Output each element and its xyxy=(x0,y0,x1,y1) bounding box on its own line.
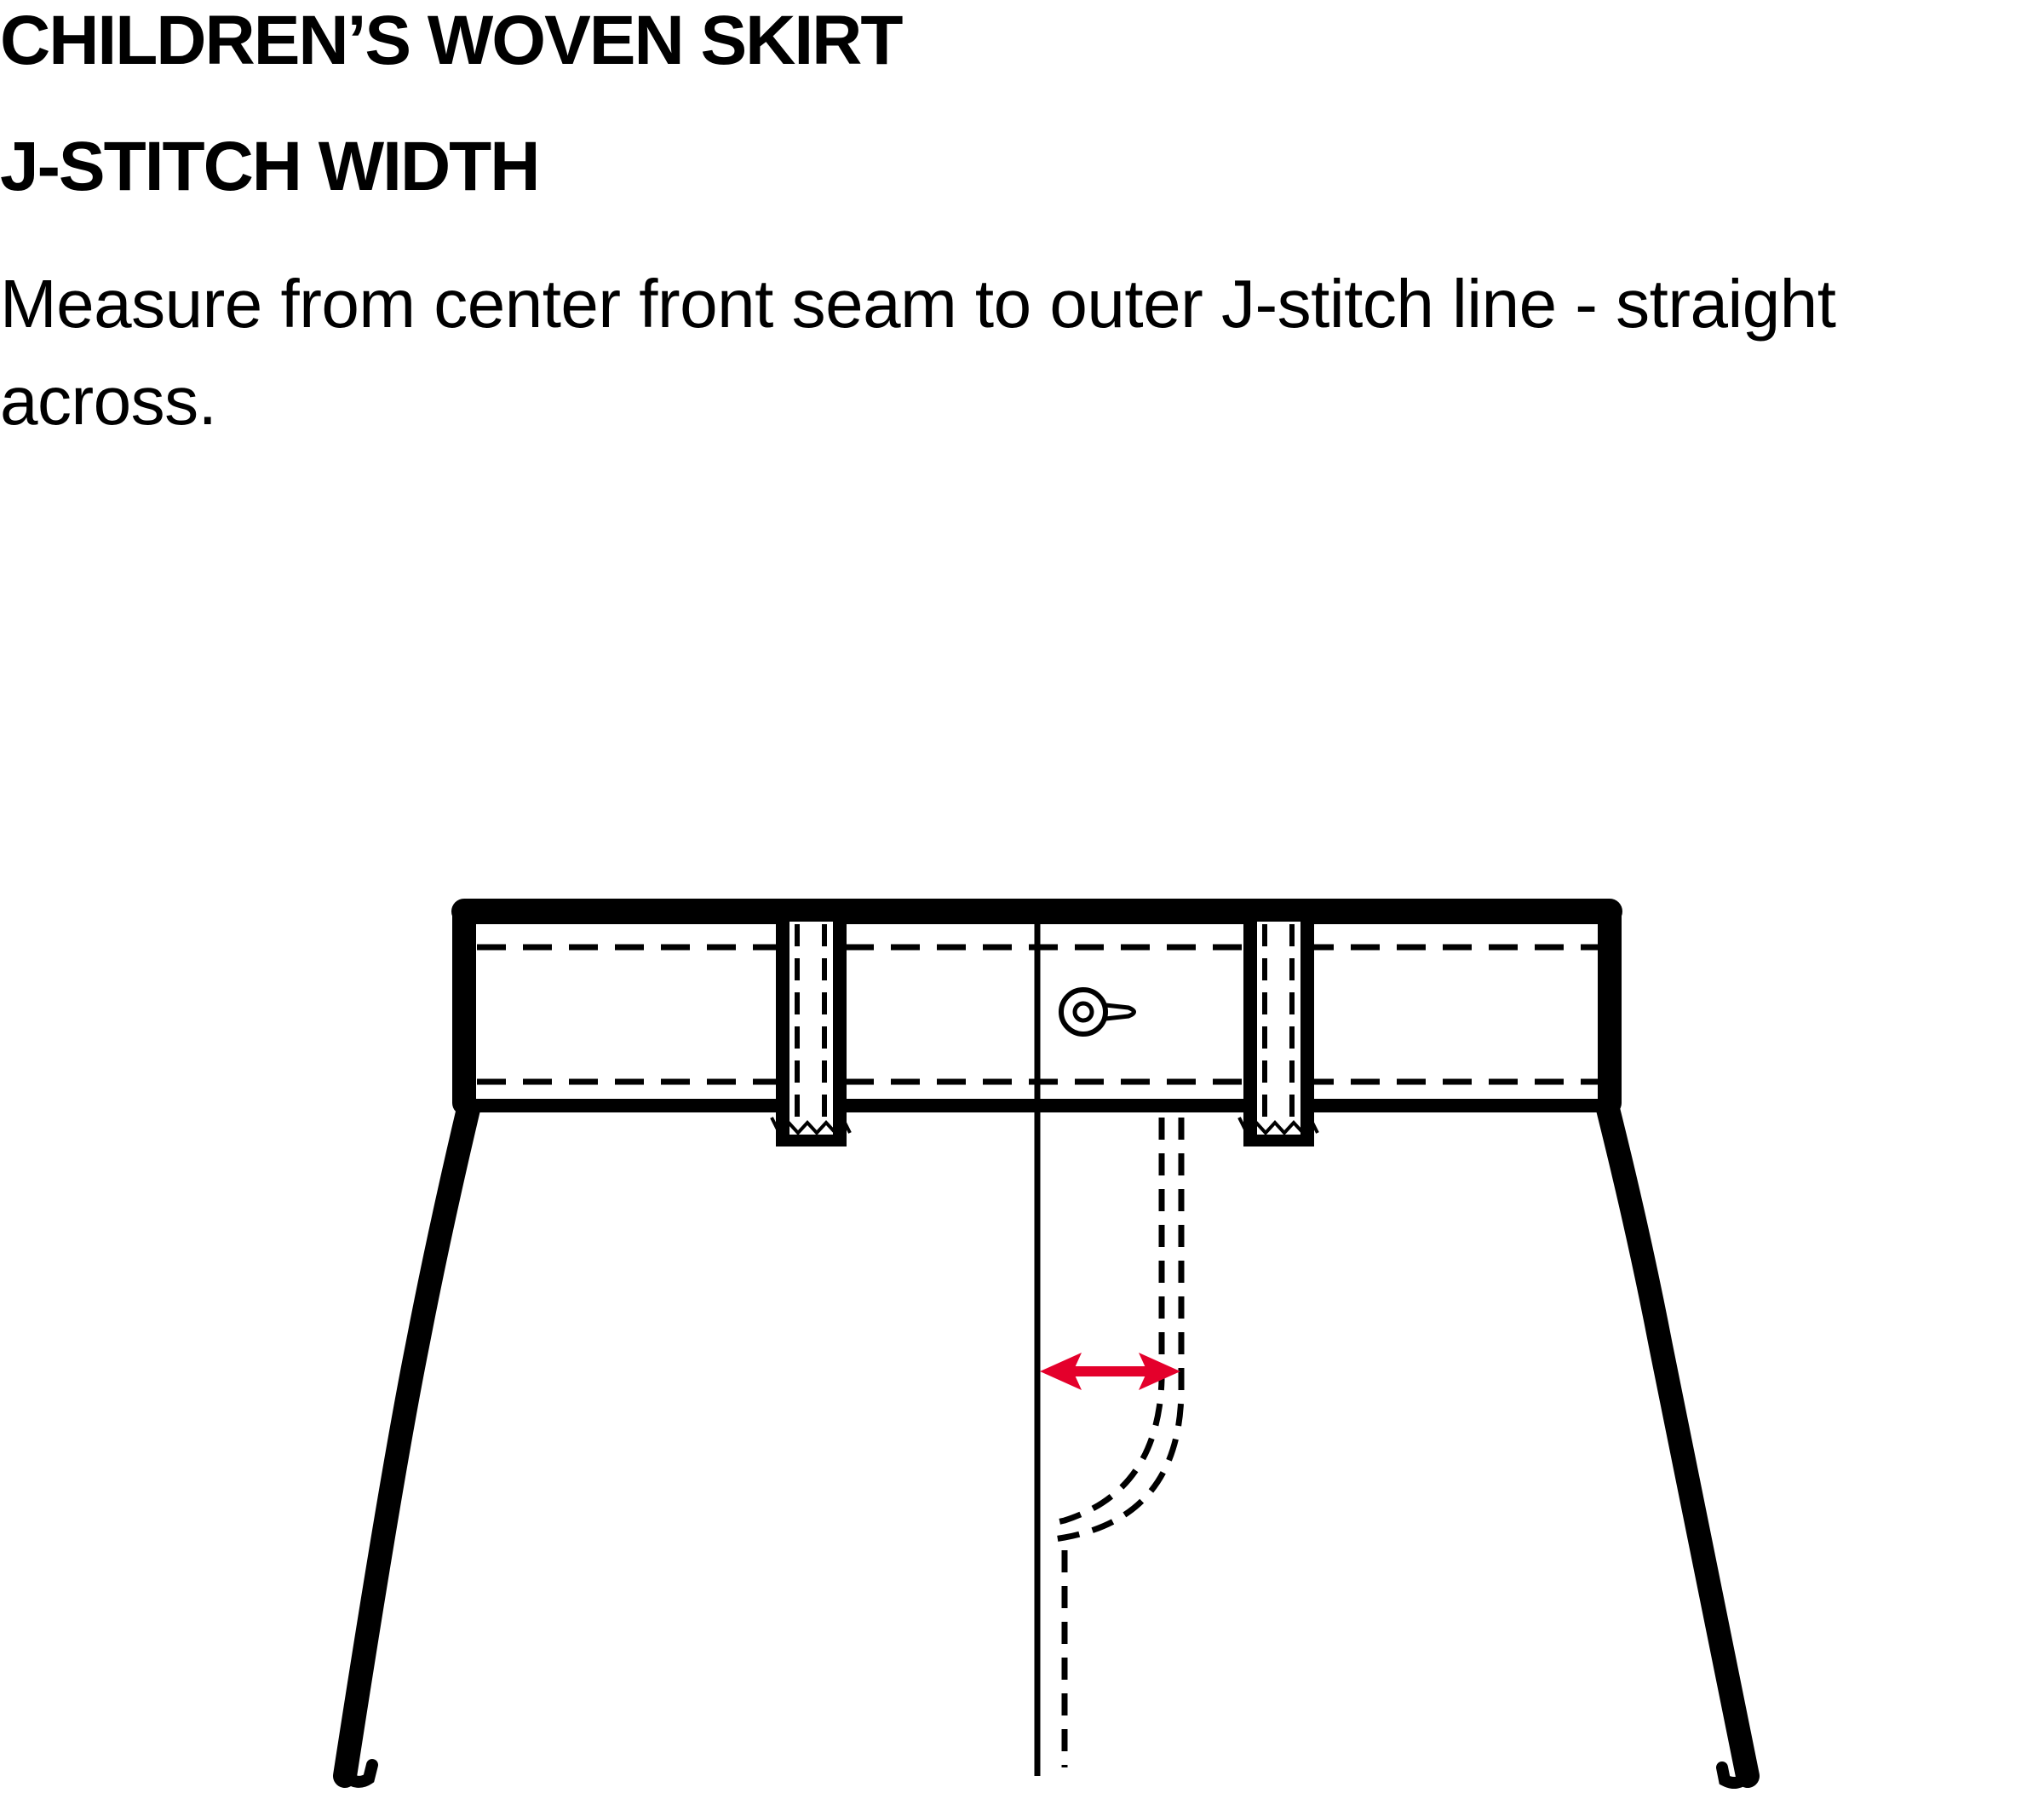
skirt-left-side xyxy=(333,1097,480,1788)
skirt-sides xyxy=(333,1097,1760,1790)
j-stitch xyxy=(1048,1118,1185,1767)
j-stitch-inner xyxy=(1048,1118,1165,1527)
belt-loop-right xyxy=(1237,922,1319,1146)
skirt-right-side xyxy=(1596,1097,1760,1788)
belt-loop-left xyxy=(770,922,852,1146)
button-icon xyxy=(1059,987,1136,1037)
skirt-diagram xyxy=(333,899,1760,1790)
j-stitch-outer xyxy=(1048,1118,1185,1543)
